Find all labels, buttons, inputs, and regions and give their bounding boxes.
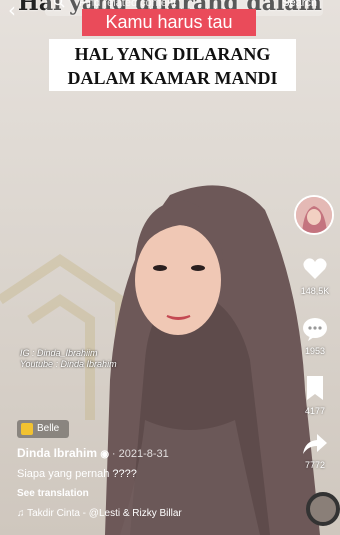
watermark-line-2: Youtube : Dinda Ibrahim: [20, 359, 117, 369]
search-icon: [53, 0, 65, 8]
creator-avatar[interactable]: [294, 195, 334, 235]
title-line-1: HAL YANG DILARANG: [74, 44, 271, 64]
watermark-line-1: IG : Dinda_Ibrahiim: [20, 348, 98, 358]
effect-icon: [21, 423, 33, 435]
avatar-image: [296, 197, 332, 233]
search-button[interactable]: Search: [282, 0, 317, 9]
share-count: 7772: [304, 460, 326, 470]
effect-label: Belle: [37, 423, 60, 434]
music-title: Takdir Cinta - @Lesti & Rizky Billar: [27, 508, 182, 519]
like-action[interactable]: 148,5K: [290, 257, 340, 296]
bookmark-icon: [307, 376, 323, 400]
caption-area: Dinda Ibrahim ◉ · 2021-8-31 Siapa yang p…: [17, 446, 297, 519]
comment-action[interactable]: 1953: [290, 317, 340, 356]
music-note-icon: ♫: [17, 508, 28, 519]
share-icon: [303, 434, 327, 454]
comment-icon: [303, 318, 327, 341]
action-rail: 148,5K 1953 4177 7772: [290, 195, 340, 535]
author-row: Dinda Ibrahim ◉ · 2021-8-31: [17, 446, 297, 460]
effect-chip[interactable]: Belle: [17, 420, 69, 438]
save-action[interactable]: 4177: [290, 375, 340, 416]
video-description: Siapa yang pernah ????: [17, 468, 137, 480]
post-date: · 2021-8-31: [111, 448, 169, 460]
user-badge-icon: ◉: [100, 449, 112, 460]
video-frame[interactable]: Hal yang dilarang dalam ‹ Find related c…: [0, 0, 340, 535]
save-count: 4177: [304, 406, 326, 416]
banner-label: Kamu harus tau: [82, 9, 256, 36]
comment-count: 1953: [304, 346, 326, 356]
music-track[interactable]: ♫ Takdir Cinta - @Lesti & Rizky Billar: [17, 508, 297, 519]
like-count: 148,5K: [300, 286, 330, 296]
back-arrow-icon[interactable]: ‹: [8, 0, 16, 22]
title-line-2: DALAM KAMAR MANDI: [67, 68, 278, 88]
search-placeholder: Find related content: [79, 0, 177, 9]
author-name[interactable]: Dinda Ibrahim: [17, 446, 97, 460]
heart-icon: [303, 258, 327, 279]
share-action[interactable]: 7772: [290, 433, 340, 470]
video-title: HAL YANG DILARANG DALAM KAMAR MANDI: [49, 39, 296, 91]
creator-watermark: IG : Dinda_Ibrahiim Youtube : Dinda Ibra…: [20, 348, 117, 370]
see-translation-link[interactable]: See translation: [17, 488, 297, 499]
music-disc-icon[interactable]: [306, 492, 340, 526]
